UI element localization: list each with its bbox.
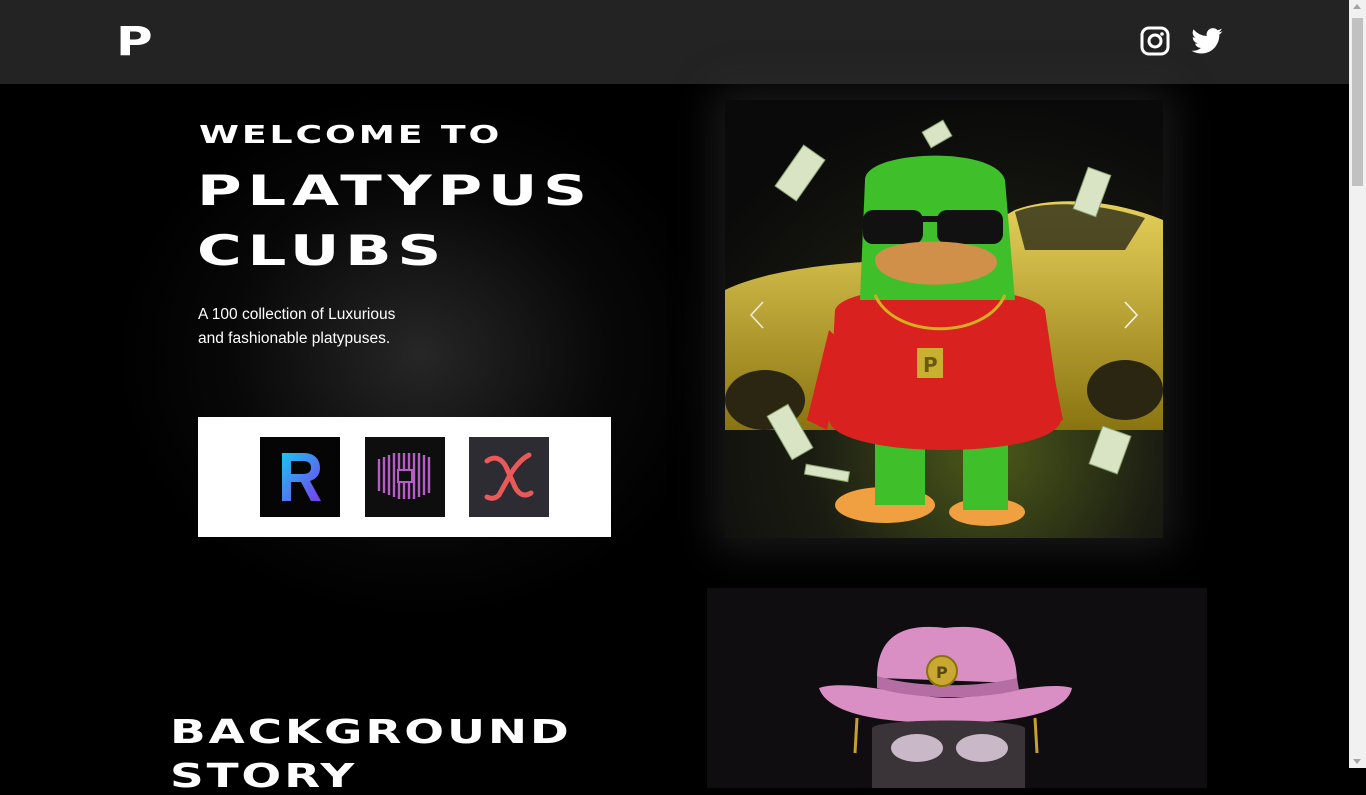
x-script-logo-icon[interactable] [469,437,549,517]
hero-title-line2: CLUBS [197,226,448,275]
scroll-down-arrow-icon[interactable] [1353,759,1361,764]
page-scrollbar[interactable] [1349,0,1366,768]
background-story-image: P [707,588,1207,788]
scroll-thumb[interactable] [1352,18,1363,186]
scroll-up-arrow-icon[interactable] [1353,4,1361,9]
instagram-icon[interactable] [1140,24,1170,63]
background-story-heading-line2: STORY [170,756,358,795]
hero-tagline: A 100 collection of Luxurious and fashio… [198,303,438,351]
twitter-icon[interactable] [1190,24,1224,63]
striped-cube-logo-icon[interactable] [365,437,445,517]
partner-logos-panel [198,417,611,537]
site-logo[interactable]: P [116,22,153,62]
top-navbar: P [0,0,1349,84]
background-story-heading-line1: BACKGROUND [170,712,572,751]
svg-text:P: P [936,663,948,682]
chevron-right-icon[interactable] [1123,300,1139,335]
welcome-heading: WELCOME TO [199,120,503,149]
hero-title-line1: PLATYPUS [197,166,593,215]
platypus-nft-image: P [725,100,1163,538]
tagline-line1: A 100 collection of Luxurious [198,306,396,323]
rarible-logo-icon[interactable] [260,437,340,517]
svg-text:P: P [923,353,938,377]
chevron-left-icon[interactable] [749,300,765,335]
tagline-line2: and fashionable platypuses. [198,330,391,347]
hero-carousel[interactable]: P [725,100,1163,538]
